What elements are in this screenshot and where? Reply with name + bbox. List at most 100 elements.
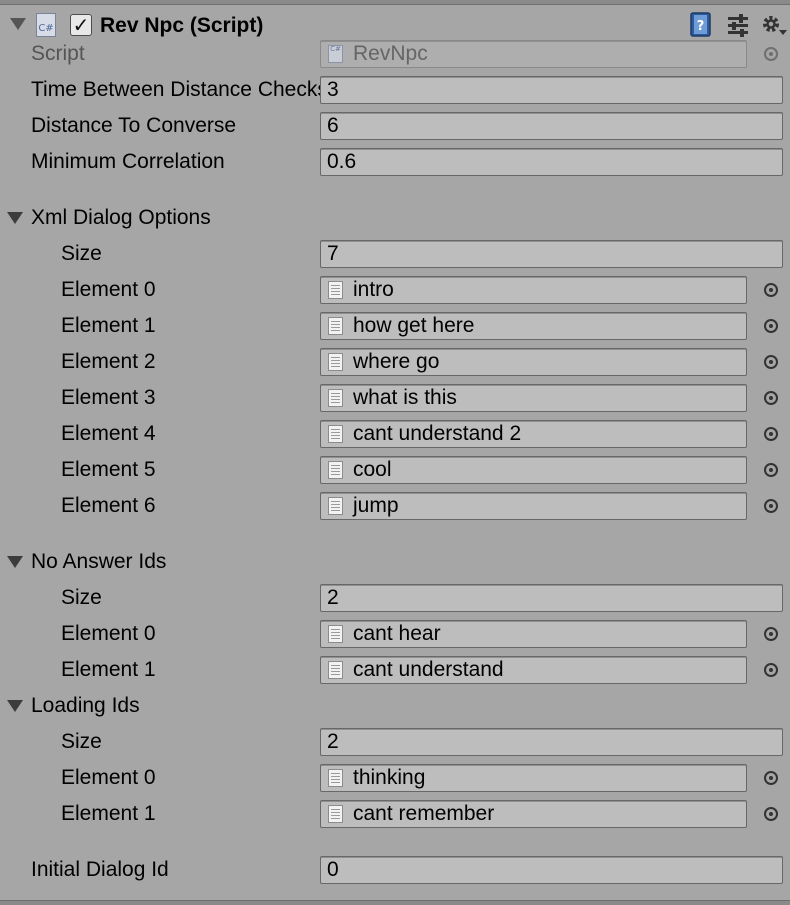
bottom-divider — [0, 900, 790, 905]
element-object-field[interactable]: cant remember — [320, 800, 747, 828]
xml-dialog-foldout-arrow-icon[interactable] — [7, 212, 23, 224]
text-asset-icon — [328, 389, 343, 407]
element-object-field[interactable]: intro — [320, 276, 747, 304]
loading-size-row: Size 2 — [0, 724, 790, 760]
text-asset-icon — [328, 805, 343, 823]
top-divider — [0, 0, 790, 5]
xml-dialog-size-input[interactable]: 7 — [320, 240, 783, 268]
element-label: Element 6 — [61, 494, 156, 517]
element-object-field[interactable]: how get here — [320, 312, 747, 340]
object-picker-icon[interactable] — [764, 627, 778, 641]
object-picker-icon[interactable] — [764, 463, 778, 477]
xml-dialog-size-row: Size 7 — [0, 236, 790, 272]
text-asset-icon — [328, 461, 343, 479]
gear-menu-icon[interactable] — [760, 12, 788, 38]
xml-dialog-element-row: Element 0 intro — [0, 272, 790, 308]
xml-dialog-options-foldout[interactable]: Xml Dialog Options — [0, 200, 790, 236]
text-asset-icon — [328, 281, 343, 299]
svg-text:?: ? — [697, 19, 705, 34]
loading-element-row: Element 0 thinking — [0, 760, 790, 796]
element-value: jump — [353, 494, 399, 517]
element-label: Element 1 — [61, 658, 156, 681]
xml-dialog-element-row: Element 2 where go — [0, 344, 790, 380]
help-book-icon[interactable]: ? — [688, 12, 714, 38]
min-correlation-row: Minimum Correlation 0.6 — [0, 144, 790, 180]
element-label: Element 5 — [61, 458, 156, 481]
element-object-field[interactable]: where go — [320, 348, 747, 376]
initial-dialog-label: Initial Dialog Id — [31, 858, 169, 881]
no-answer-foldout-arrow-icon[interactable] — [7, 556, 23, 568]
element-object-field[interactable]: thinking — [320, 764, 747, 792]
loading-size-label: Size — [61, 730, 102, 753]
csharp-script-icon: C# — [36, 13, 56, 37]
xml-dialog-element-row: Element 4 cant understand 2 — [0, 416, 790, 452]
no-answer-element-row: Element 1 cant understand — [0, 652, 790, 688]
xml-dialog-options-label: Xml Dialog Options — [31, 206, 211, 229]
initial-dialog-input[interactable]: 0 — [320, 856, 783, 884]
presets-sliders-icon[interactable] — [725, 12, 751, 38]
element-label: Element 0 — [61, 278, 156, 301]
no-answer-size-label: Size — [61, 586, 102, 609]
element-value: cool — [353, 458, 392, 481]
loading-size-input[interactable]: 2 — [320, 728, 783, 756]
text-asset-icon — [328, 497, 343, 515]
object-picker-icon[interactable] — [764, 355, 778, 369]
object-picker-icon[interactable] — [764, 283, 778, 297]
no-answer-ids-foldout[interactable]: No Answer Ids — [0, 544, 790, 580]
element-object-field[interactable]: jump — [320, 492, 747, 520]
object-picker-icon[interactable] — [764, 427, 778, 441]
min-correlation-input[interactable]: 0.6 — [320, 148, 783, 176]
element-label: Element 3 — [61, 386, 156, 409]
text-asset-icon — [328, 661, 343, 679]
text-asset-icon — [328, 425, 343, 443]
element-label: Element 4 — [61, 422, 156, 445]
object-picker-icon[interactable] — [764, 391, 778, 405]
distance-input[interactable]: 6 — [320, 112, 783, 140]
distance-label: Distance To Converse — [31, 114, 237, 137]
script-value: RevNpc — [353, 42, 428, 65]
xml-dialog-element-row: Element 5 cool — [0, 452, 790, 488]
csharp-script-icon: C# — [328, 45, 343, 63]
element-label: Element 1 — [61, 802, 156, 825]
element-value: cant understand — [353, 658, 504, 681]
no-answer-size-input[interactable]: 2 — [320, 584, 783, 612]
element-value: what is this — [353, 386, 457, 409]
xml-dialog-size-label: Size — [61, 242, 102, 265]
text-asset-icon — [328, 317, 343, 335]
element-object-field[interactable]: what is this — [320, 384, 747, 412]
text-asset-icon — [328, 625, 343, 643]
xml-dialog-element-row: Element 1 how get here — [0, 308, 790, 344]
object-picker-icon[interactable] — [764, 807, 778, 821]
loading-foldout-arrow-icon[interactable] — [7, 700, 23, 712]
object-picker-icon[interactable] — [764, 663, 778, 677]
loading-ids-label: Loading Ids — [31, 694, 140, 717]
element-label: Element 0 — [61, 766, 156, 789]
component-enabled-checkbox[interactable]: ✓ — [70, 14, 92, 36]
component-foldout-arrow-icon[interactable] — [10, 18, 26, 30]
object-picker-icon[interactable] — [764, 499, 778, 513]
loading-ids-foldout[interactable]: Loading Ids — [0, 688, 790, 724]
no-answer-ids-label: No Answer Ids — [31, 550, 167, 573]
script-object-field: C# RevNpc — [320, 40, 747, 68]
element-value: how get here — [353, 314, 475, 337]
element-value: where go — [353, 350, 440, 373]
component-title: Rev Npc (Script) — [100, 14, 264, 37]
object-picker-icon[interactable] — [764, 771, 778, 785]
element-object-field[interactable]: cool — [320, 456, 747, 484]
element-object-field[interactable]: cant understand 2 — [320, 420, 747, 448]
element-object-field[interactable]: cant hear — [320, 620, 747, 648]
element-value: cant hear — [353, 622, 441, 645]
element-object-field[interactable]: cant understand — [320, 656, 747, 684]
script-object-picker-icon — [764, 47, 778, 61]
element-value: intro — [353, 278, 394, 301]
object-picker-icon[interactable] — [764, 319, 778, 333]
no-answer-size-row: Size 2 — [0, 580, 790, 616]
loading-element-row: Element 1 cant remember — [0, 796, 790, 832]
time-between-input[interactable]: 3 — [320, 76, 783, 104]
text-asset-icon — [328, 769, 343, 787]
xml-dialog-element-row: Element 3 what is this — [0, 380, 790, 416]
element-value: thinking — [353, 766, 426, 789]
time-between-row: Time Between Distance Checks 3 — [0, 72, 790, 108]
script-row: Script C# RevNpc — [0, 36, 790, 72]
text-asset-icon — [328, 353, 343, 371]
